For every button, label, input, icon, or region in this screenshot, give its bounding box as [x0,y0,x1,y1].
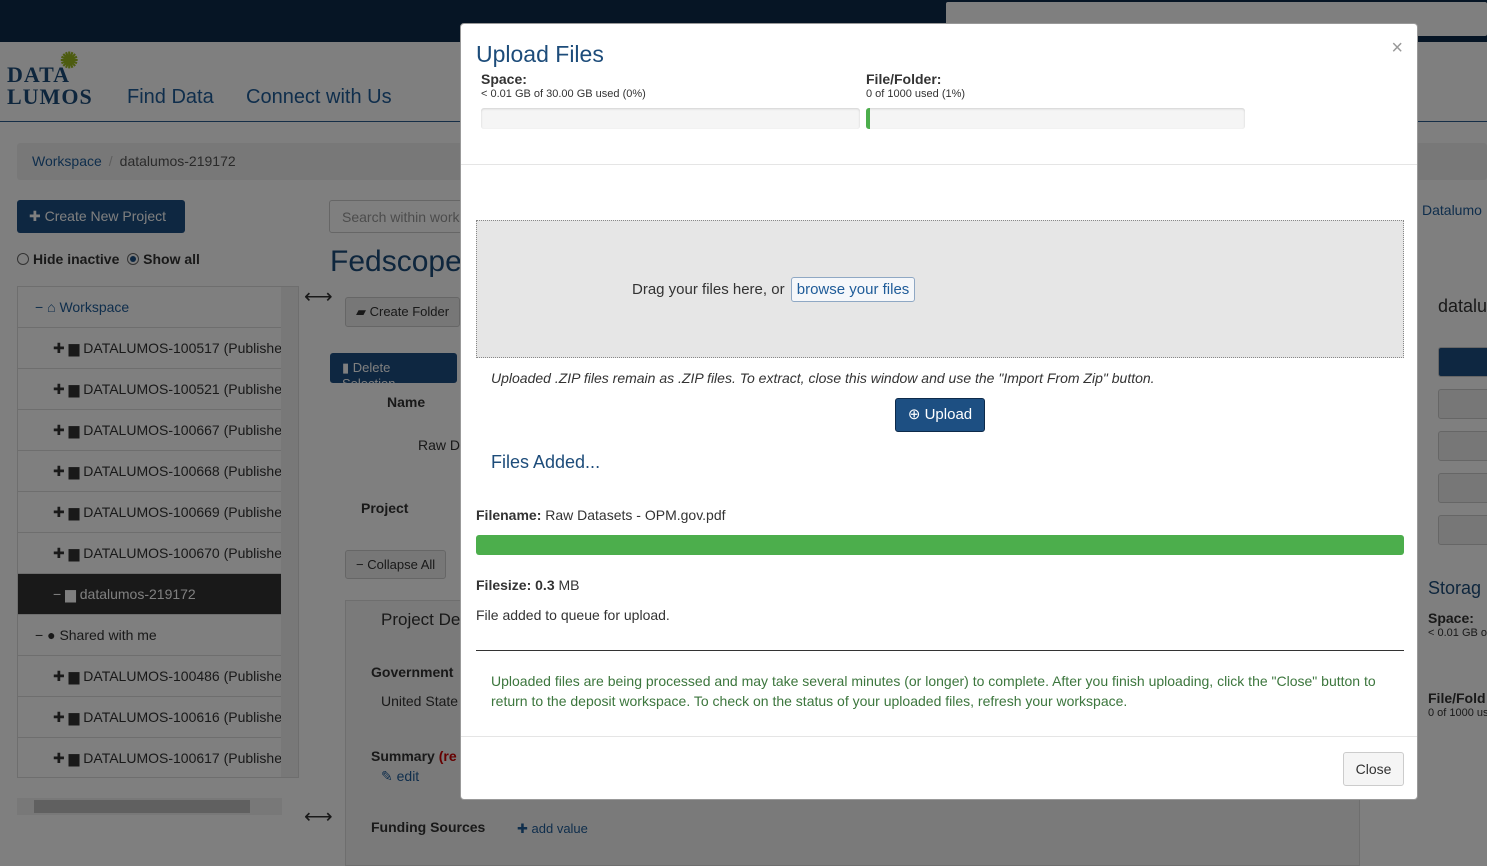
file-dropzone[interactable]: Drag your files here, or browse your fil… [476,220,1404,358]
upload-circle-icon: ⊕ [907,406,921,423]
zip-note: Uploaded .ZIP files remain as .ZIP files… [491,370,1155,386]
filename-label: Filename: [476,507,542,523]
filesize-row: Filesize: 0.3 MB [476,577,580,593]
divider [476,650,1404,651]
file-folder-value: 0 of 1000 used (1%) [866,88,966,100]
upload-files-modal: Upload Files × Space: < 0.01 GB of 30.00… [460,23,1418,800]
close-icon[interactable]: × [1391,38,1403,58]
browse-files-button[interactable]: browse your files [790,277,916,302]
space-label: Space: [481,71,527,87]
file-status: File added to queue for upload. [476,607,670,623]
dropzone-text: Drag your files here, or browse your fil… [632,277,916,302]
divider [461,164,1417,165]
space-progress-bar [481,108,860,129]
filesize-label: Filesize: [476,577,532,593]
close-button[interactable]: Close [1343,752,1404,786]
filesize-unit: MB [558,577,580,593]
space-value: < 0.01 GB of 30.00 GB used (0%) [481,88,646,100]
file-folder-progress-bar [866,108,1245,129]
drag-files-text: Drag your files here, or [632,281,785,298]
filesize-value: 0.3 [535,577,555,593]
filename-row: Filename: Raw Datasets - OPM.gov.pdf [476,507,726,523]
upload-label: Upload [924,406,973,423]
footer-divider [461,736,1417,737]
file-upload-progress-bar [476,535,1404,555]
modal-title: Upload Files [476,41,604,67]
upload-button[interactable]: ⊕ Upload [895,398,985,432]
file-folder-label: File/Folder: [866,71,942,87]
file-folder-progress-fill [866,108,870,129]
processing-note: Uploaded files are being processed and m… [491,673,1376,709]
filename-value: Raw Datasets - OPM.gov.pdf [545,507,726,523]
files-added-heading: Files Added... [491,452,601,472]
